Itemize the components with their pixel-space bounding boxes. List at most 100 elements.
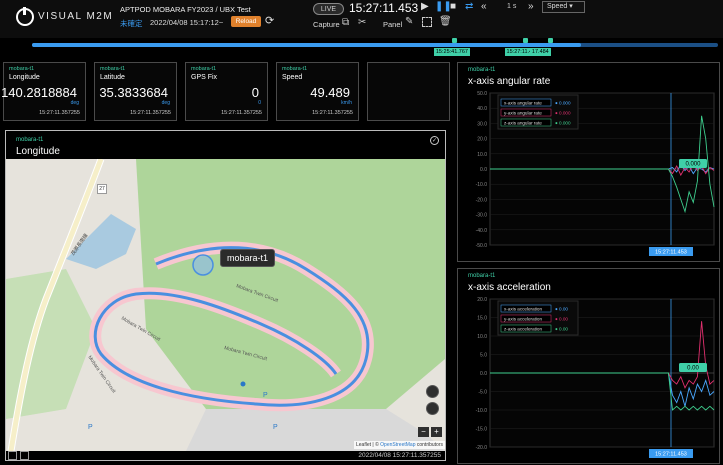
stat-card-speed[interactable]: mobara-t1 Speed 49.489 km/h 15:27:11.357… xyxy=(276,62,359,121)
capture-screen-icon[interactable]: ⧉ xyxy=(342,17,349,28)
parking-label-3: P xyxy=(88,424,93,431)
legend-value: ● 0.00 xyxy=(555,326,568,331)
stat-card-longitude[interactable]: mobara-t1 Longitude 140.2818884 deg 15:2… xyxy=(1,62,86,121)
value-badge-text: 0.00 xyxy=(687,366,699,372)
compass-icon[interactable] xyxy=(426,402,439,415)
step-interval[interactable]: 1 s xyxy=(507,3,516,10)
zoom-out-button[interactable]: − xyxy=(418,427,429,437)
y-tick-label: -10.0 xyxy=(476,408,488,414)
y-tick-label: -50.0 xyxy=(476,243,488,249)
y-tick-label: -10.0 xyxy=(476,182,488,188)
acceleration-chart-panel[interactable]: mobara-t1 x-axis acceleration 20.0 15.0 10… xyxy=(457,268,720,464)
loop-icon[interactable]: ⇄ xyxy=(465,1,473,12)
y-tick-label: 30.0 xyxy=(477,121,487,127)
map-view[interactable]: Mobara Twin Circuit Mobara Twin Circuit … xyxy=(6,159,445,451)
card-unit: deg xyxy=(70,100,79,106)
timeline-marker-label: 15:25:41.767 xyxy=(433,48,470,56)
stop-icon[interactable]: ■ xyxy=(450,1,456,12)
zoom-in-button[interactable]: + xyxy=(431,427,442,437)
y-tick-label: -30.0 xyxy=(476,213,488,219)
y-tick-label: -40.0 xyxy=(476,228,488,234)
y-tick-label: -20.0 xyxy=(476,197,488,203)
card-timestamp: 15:27:11.357255 xyxy=(221,110,262,116)
panel-select-icon[interactable] xyxy=(422,17,432,27)
speed-label: Speed xyxy=(547,3,568,10)
map-footer: 2022/04/08 15:27:11.357255 xyxy=(6,451,445,461)
legend-value: ● 0.00 xyxy=(555,316,568,321)
timeline-marker-handle[interactable] xyxy=(547,38,553,43)
rewind-icon[interactable]: « xyxy=(481,1,487,12)
legend-name: z-axis angular rate xyxy=(504,120,542,125)
card-unit: 0 xyxy=(258,100,261,106)
stat-card-empty[interactable] xyxy=(367,62,450,121)
legend-name: z-axis acceleration xyxy=(504,326,542,331)
legend-value: ● 0.000 xyxy=(555,120,571,125)
y-tick-label: 20.0 xyxy=(477,297,487,303)
y-tick-label: 5.0 xyxy=(480,353,487,359)
y-tick-label: 10.0 xyxy=(477,334,487,340)
attribution-prefix: Leaflet | © xyxy=(356,442,381,448)
card-timestamp: 15:27:11.357255 xyxy=(130,110,171,116)
y-tick-label: 15.0 xyxy=(477,316,487,322)
legend-value: ● 0.00 xyxy=(555,306,568,311)
card-unit: km/h xyxy=(341,100,352,106)
y-tick-label: 0.0 xyxy=(480,167,487,173)
map-pin-icon xyxy=(240,381,246,387)
attribution-suffix: contributors xyxy=(415,442,443,448)
map-title: Longitude xyxy=(16,146,60,157)
panel-label: Panel xyxy=(383,20,403,29)
card-name: Latitude xyxy=(100,74,125,81)
card-source: mobara-t1 xyxy=(191,66,217,72)
value-badge-text: 0.000 xyxy=(685,162,701,168)
vehicle-tooltip: mobara-t1 xyxy=(220,249,276,267)
check-circle-icon[interactable]: ✓ xyxy=(430,136,439,145)
vehicle-marker[interactable] xyxy=(192,254,214,276)
parking-label-2: P xyxy=(273,424,278,431)
map-source: mobara-t1 xyxy=(16,137,44,143)
play-icon[interactable]: ▶ xyxy=(421,1,429,12)
card-value: 140.2818884 xyxy=(1,85,77,100)
y-tick-label: 40.0 xyxy=(477,106,487,112)
angular-rate-chart-panel[interactable]: mobara-t1 x-axis angular rate 50.0 40.0 30… xyxy=(457,62,720,262)
card-source: mobara-t1 xyxy=(282,66,308,72)
stat-card-latitude[interactable]: mobara-t1 Latitude 35.3833684 deg 15:27:… xyxy=(94,62,177,121)
legend-value: ● 0.000 xyxy=(555,110,571,115)
legend-name: x-axis angular rate xyxy=(504,100,542,105)
app-header: VISUAL M2M APTPOD MOBARA FY2023 / UBX Te… xyxy=(0,0,723,38)
fast-forward-icon[interactable]: » xyxy=(528,1,534,12)
panel-edit-icon[interactable]: ✎ xyxy=(405,16,413,27)
angular-rate-chart: 50.0 40.0 30.0 20.0 10.0 0.0 -10.0 -20.0 -30.0 -4… xyxy=(476,91,715,256)
timeline-slider[interactable] xyxy=(32,43,718,47)
expand-icon[interactable] xyxy=(8,451,17,460)
osm-link[interactable]: OpenStreetMap xyxy=(380,442,415,448)
y-tick-label: 50.0 xyxy=(477,91,487,97)
trash-icon[interactable]: 🗑 xyxy=(439,16,452,27)
live-button[interactable]: LIVE xyxy=(313,3,344,15)
scissors-icon[interactable]: ✂ xyxy=(358,17,366,28)
y-tick-label: 0.0 xyxy=(480,371,487,377)
locate-icon[interactable] xyxy=(426,385,439,398)
card-value: 35.3833684 xyxy=(99,85,168,100)
measurement-time: 2022/04/08 15:17:12~ xyxy=(150,18,224,27)
map-panel[interactable]: mobara-t1 Longitude ✓ Mobara Twin Circui… xyxy=(5,130,446,461)
timeline-marker-handle[interactable] xyxy=(451,38,457,43)
parking-label-1: P xyxy=(263,392,268,399)
legend-name: y-axis angular rate xyxy=(504,110,542,115)
y-tick-label: 10.0 xyxy=(477,152,487,158)
cursor-time-text: 15:27:11.453 xyxy=(655,250,687,256)
y-tick-label: 20.0 xyxy=(477,137,487,143)
capture-label: Capture xyxy=(313,20,340,29)
stat-card-gps-fix[interactable]: mobara-t1 GPS Fix 0 0 15:27:11.357255 xyxy=(185,62,268,121)
card-timestamp: 15:27:11.357255 xyxy=(39,110,80,116)
y-tick-label: -5.0 xyxy=(478,390,487,396)
timeline-marker-handle[interactable] xyxy=(522,38,528,43)
card-unit: deg xyxy=(161,100,170,106)
speed-select[interactable]: Speed ▾ xyxy=(542,1,585,13)
reload-button[interactable]: Reload xyxy=(231,16,261,27)
fit-bounds-icon[interactable] xyxy=(20,451,29,460)
map-svg: Mobara Twin Circuit Mobara Twin Circuit … xyxy=(6,159,445,451)
card-source: mobara-t1 xyxy=(9,66,35,72)
map-timestamp: 2022/04/08 15:27:11.357255 xyxy=(358,452,441,459)
live-status-text: 未確定 xyxy=(120,19,143,28)
refresh-icon[interactable]: ⟳ xyxy=(265,14,274,27)
